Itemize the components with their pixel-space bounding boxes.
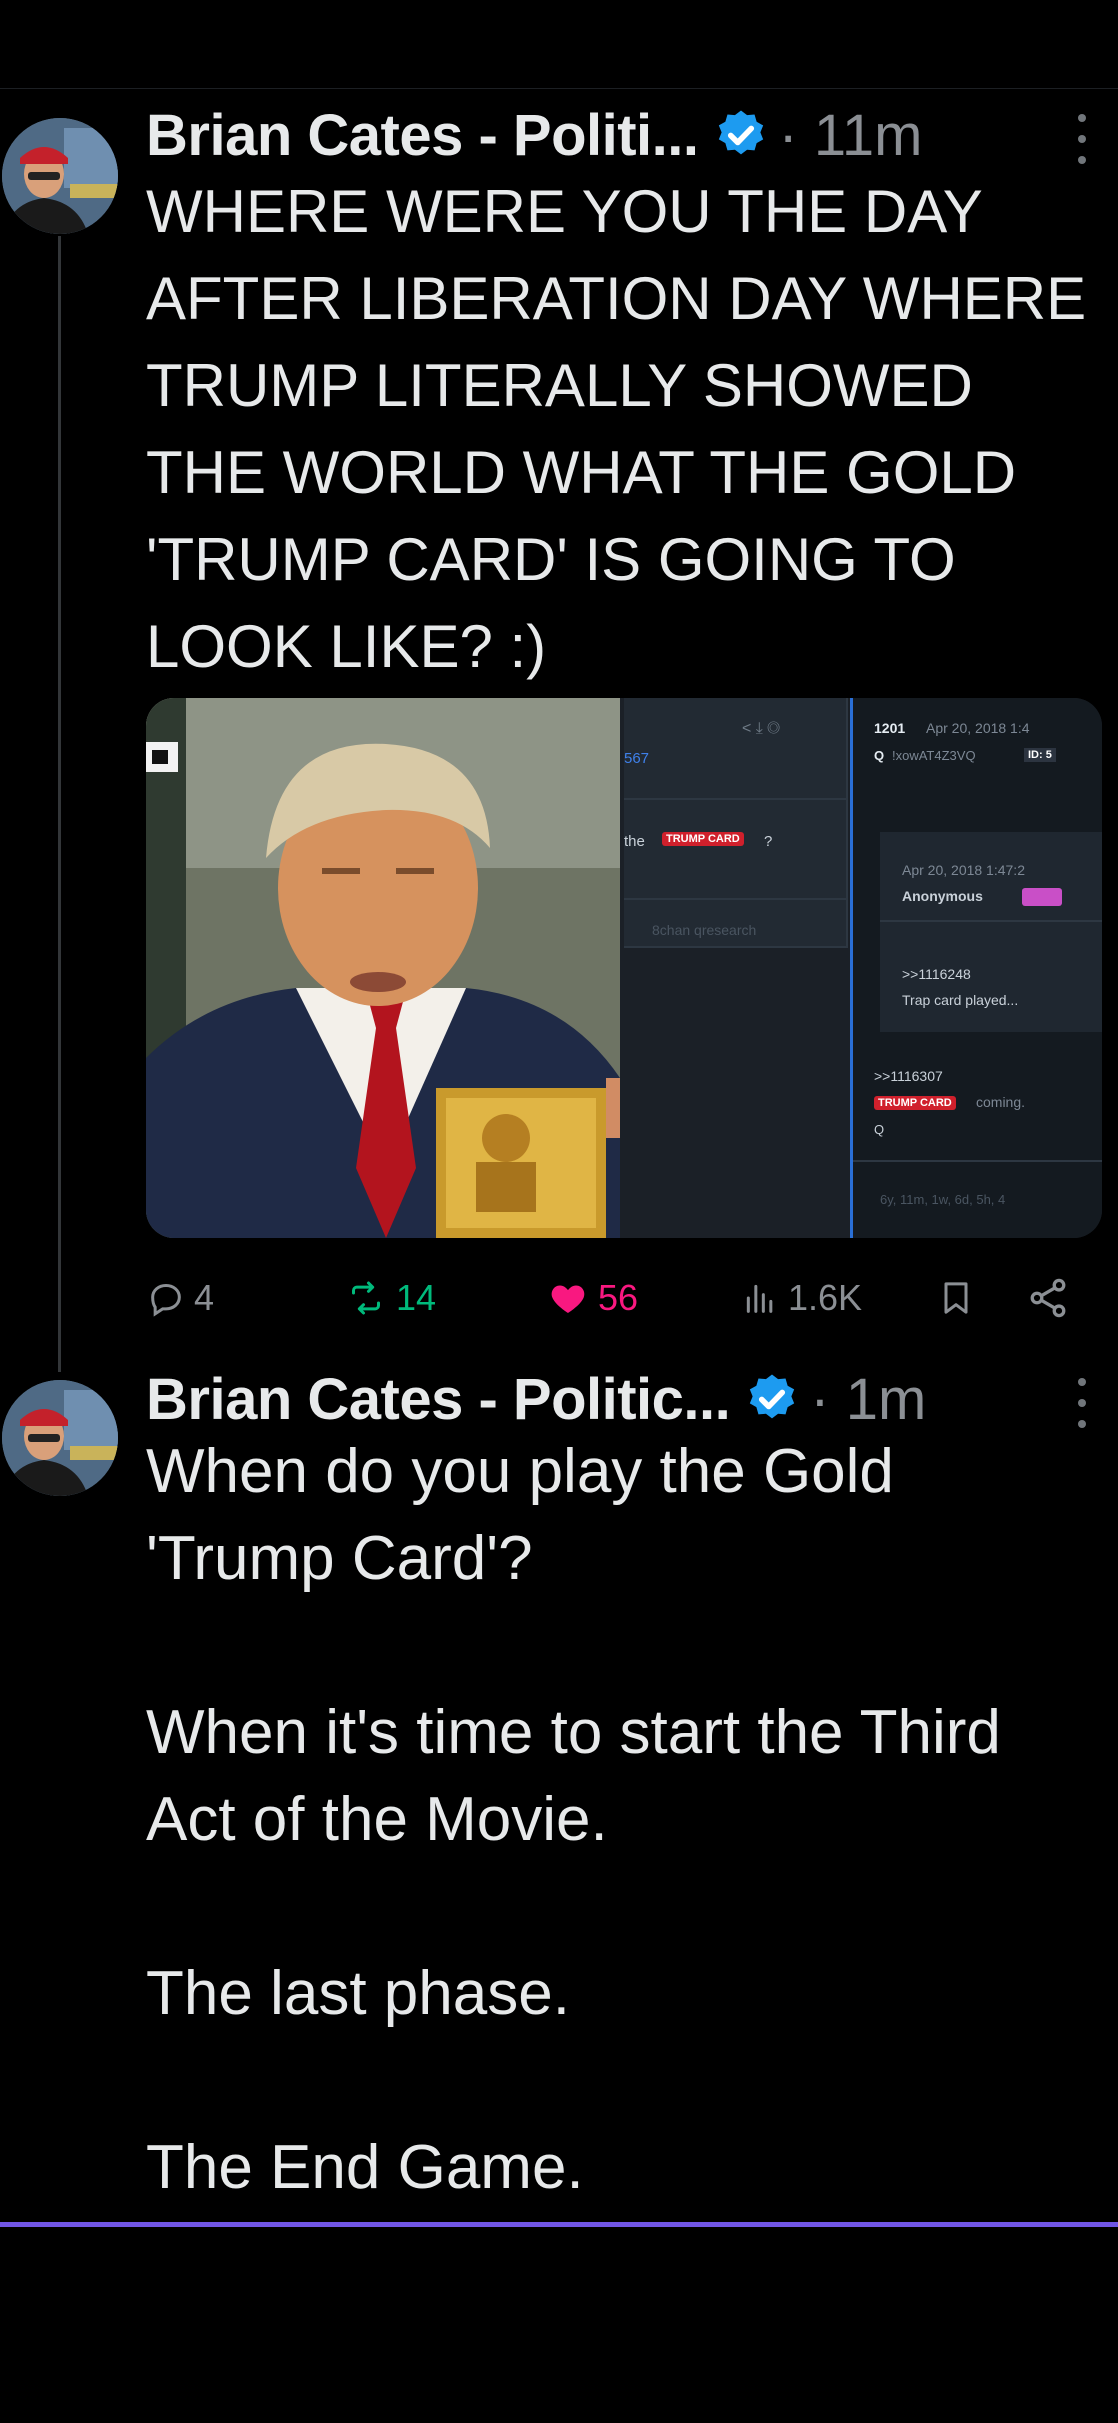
post-text-line: AFTER LIBERATION DAY WHERE (146, 265, 1087, 332)
trip-code: !xowAT4Z3VQ (892, 748, 976, 763)
post-text-line (146, 1602, 1106, 1689)
avatar[interactable] (2, 118, 118, 234)
post-text-line: WHERE WERE YOU THE DAY (146, 178, 983, 245)
author-name[interactable]: Brian Cates - Politic... (146, 1366, 731, 1433)
views-count: 1.6K (788, 1277, 863, 1318)
post-text-line: The End Game. (146, 2133, 584, 2202)
post-text-line (146, 1863, 1106, 1950)
reply-button[interactable]: 4 (146, 1266, 214, 1330)
trump-card-suffix: ? (764, 833, 773, 850)
action-bar: 4 14 56 1.6K (146, 1266, 1076, 1330)
verified-badge-icon (718, 110, 763, 155)
post-media-image[interactable]: < ⤓ ◎ 567 the TRUMP CARD ? 8chan qresear… (146, 698, 1102, 1238)
thread-connector-line (58, 236, 61, 1372)
views-bar-chart-icon (746, 1284, 773, 1313)
accent-divider (0, 2222, 1118, 2227)
photo-panel (146, 698, 620, 1238)
repost-button[interactable]: 14 (344, 1266, 436, 1330)
post-text-line: LOOK LIKE? :) (146, 613, 547, 680)
post-text: When do you play the Gold 'Trump Card'? … (146, 1428, 1106, 2211)
post-date: Apr 20, 2018 1:4 (926, 720, 1030, 736)
reply-ref-2: >>1116307 (874, 1068, 943, 1084)
more-options-icon[interactable] (1074, 1378, 1090, 1428)
post-number: 1201 (874, 720, 906, 736)
trump-card-tag: TRUMP CARD (662, 832, 744, 846)
board-panel: < ⤓ ◎ 567 the TRUMP CARD ? 8chan qresear… (624, 698, 850, 1238)
top-divider (0, 88, 1118, 89)
reply-ref-1: >>1116248 (902, 966, 971, 982)
post-time[interactable]: · 1m (810, 1366, 926, 1433)
repost-icon (352, 1281, 380, 1315)
id-tag: ID: 5 (1024, 748, 1056, 762)
more-options-icon[interactable] (1074, 114, 1090, 164)
author-name[interactable]: Brian Cates - Politi... (146, 102, 699, 169)
post-text-line: Act of the Movie. (146, 1785, 608, 1854)
share-icons: < ⤓ ◎ (742, 720, 780, 737)
reply-date: Apr 20, 2018 1:47:2 (902, 862, 1025, 878)
views-button[interactable]: 1.6K (740, 1266, 862, 1330)
share-button[interactable] (1026, 1266, 1078, 1330)
post-header: Brian Cates - Politi... · 11m (146, 94, 922, 176)
post-text: WHERE WERE YOU THE DAY AFTER LIBERATION … (146, 168, 1106, 690)
post-text-line: 'TRUMP CARD' IS GOING TO (146, 526, 956, 593)
post-text-line: TRUMP LITERALLY SHOWED (146, 352, 973, 419)
bookmark-button[interactable] (936, 1266, 984, 1330)
board-snippet: the (624, 833, 645, 850)
verified-badge-icon (750, 1374, 795, 1419)
board-name: 8chan qresearch (652, 922, 757, 938)
avatar[interactable] (2, 1380, 118, 1496)
reply-icon (151, 1283, 181, 1317)
like-count: 56 (598, 1277, 639, 1318)
reply-author: Anonymous (902, 888, 983, 904)
reply-text-2: coming. (976, 1094, 1026, 1110)
trump-card-tag-2: TRUMP CARD (874, 1096, 956, 1110)
post-text-line (146, 2037, 1106, 2124)
post-text-line: 'Trump Card'? (146, 1524, 533, 1593)
reply-count: 4 (194, 1277, 215, 1318)
share-icon (1030, 1278, 1066, 1318)
post-time[interactable]: · 11m (779, 102, 923, 169)
post-text-line: THE WORLD WHAT THE GOLD (146, 439, 1017, 506)
age-text: 6y, 11m, 1w, 6d, 5h, 4 (880, 1192, 1006, 1207)
heart-icon (551, 1285, 585, 1313)
post-text-line: The last phase. (146, 1959, 570, 2028)
q-label: Q (874, 748, 885, 763)
bookmark-icon (944, 1282, 968, 1314)
q-post-panel: 1201 Apr 20, 2018 1:4 Q !xowAT4Z3VQ ID: … (850, 698, 1102, 1238)
reply-text-1: Trap card played... (902, 992, 1019, 1008)
like-button[interactable]: 56 (546, 1266, 638, 1330)
post-text-line: When do you play the Gold (146, 1437, 894, 1506)
repost-count: 14 (396, 1277, 437, 1318)
reply-sign: Q (874, 1122, 885, 1137)
board-post-ref: 567 (624, 750, 650, 767)
post-text-line: When it's time to start the Third (146, 1698, 1001, 1767)
